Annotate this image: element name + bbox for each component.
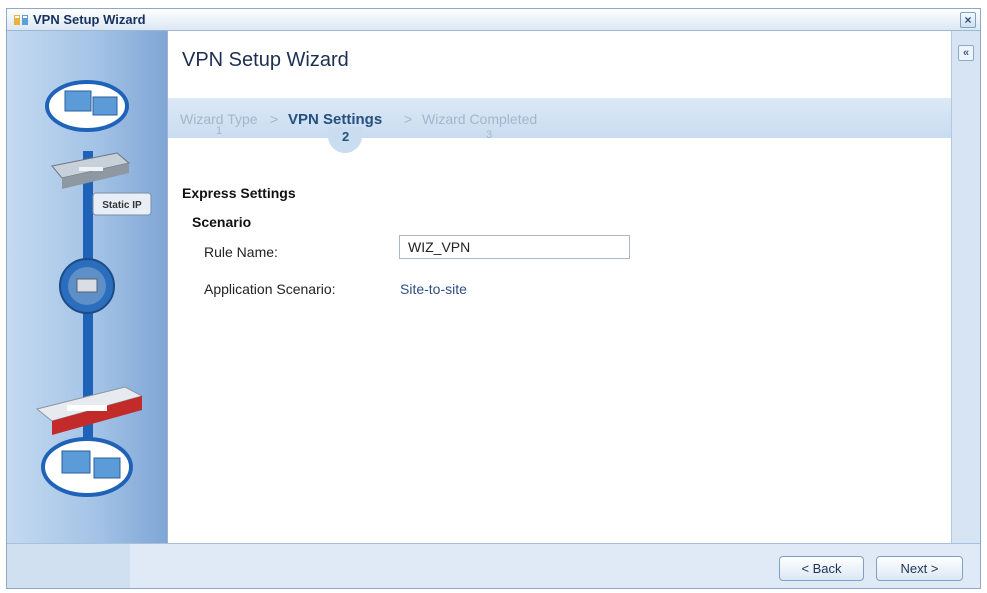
step-3-number: 3	[486, 129, 493, 141]
wizard-content-panel: VPN Setup Wizard Wizard Type > VPN Setti…	[167, 31, 952, 543]
cloud-top-icon	[45, 80, 129, 132]
static-ip-label: Static IP	[102, 200, 142, 211]
step-2-number: 2	[342, 129, 350, 144]
title-bar: VPN Setup Wizard ×	[7, 9, 980, 31]
cloud-bottom-icon	[41, 437, 133, 497]
wizard-sidebar-illustration: Static IP	[7, 31, 167, 543]
rule-name-label: Rule Name:	[204, 244, 278, 260]
next-button[interactable]: Next >	[876, 556, 963, 581]
static-ip-tag: Static IP	[92, 192, 152, 216]
wizard-footer: < Back Next >	[7, 543, 980, 588]
network-diagram: Static IP	[35, 80, 152, 497]
wizard-steps-bar: Wizard Type > VPN Settings > Wizard Comp…	[168, 98, 952, 138]
footer-left-panel	[7, 544, 130, 588]
step-2-label: VPN Settings	[288, 111, 383, 128]
wizard-window: VPN Setup Wizard × Static IP VPN Setup W…	[6, 8, 981, 589]
step-1-number: 1	[216, 125, 223, 137]
back-button[interactable]: < Back	[779, 556, 864, 581]
wizard-app-icon	[14, 15, 28, 25]
step-3-label: Wizard Completed	[422, 111, 538, 127]
application-scenario-value: Site-to-site	[400, 281, 467, 297]
step-separator: >	[404, 111, 413, 127]
window-title: VPN Setup Wizard	[33, 12, 146, 27]
express-settings-heading: Express Settings	[182, 185, 296, 201]
wizard-page-title: VPN Setup Wizard	[182, 49, 349, 71]
right-panel-strip: «	[951, 31, 980, 543]
close-icon[interactable]: ×	[960, 12, 976, 28]
network-port-icon	[59, 258, 115, 314]
application-scenario-label: Application Scenario:	[204, 281, 336, 297]
step-separator: >	[270, 111, 279, 127]
collapse-icon[interactable]: «	[958, 45, 974, 61]
scenario-heading: Scenario	[192, 214, 252, 230]
rule-name-input[interactable]	[399, 235, 630, 259]
